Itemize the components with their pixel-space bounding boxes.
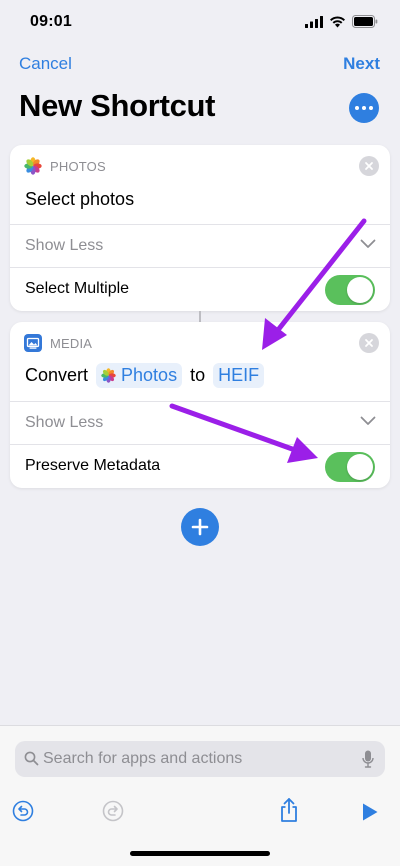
remove-action-button[interactable] (359, 333, 379, 353)
close-icon (365, 162, 373, 170)
more-options-button[interactable] (349, 93, 379, 123)
photos-app-icon (101, 368, 116, 383)
preserve-metadata-row: Preserve Metadata (10, 445, 390, 487)
action-category: MEDIA (50, 335, 93, 351)
status-time: 09:01 (30, 13, 72, 30)
cancel-button[interactable]: Cancel (19, 54, 72, 74)
close-icon (365, 339, 373, 347)
cellular-signal-icon (305, 15, 323, 28)
search-input[interactable] (43, 741, 353, 777)
bottom-panel (0, 725, 400, 866)
photos-variable-token[interactable]: Photos (96, 363, 183, 388)
action-connector (199, 311, 201, 322)
next-button[interactable]: Next (343, 54, 380, 74)
format-token-label: HEIF (218, 365, 260, 385)
nav-bar: Cancel Next (0, 50, 400, 80)
share-icon (281, 798, 297, 822)
preserve-metadata-toggle[interactable] (325, 452, 375, 482)
ellipsis-dot (369, 106, 373, 110)
microphone-icon[interactable] (362, 750, 374, 768)
ellipsis-dot (362, 106, 366, 110)
action-header: PHOTOS (24, 157, 106, 175)
undo-button[interactable] (12, 800, 34, 825)
search-icon (24, 751, 39, 766)
undo-icon (12, 800, 34, 822)
chevron-down-icon (360, 416, 376, 425)
show-less-row[interactable]: Show Less (10, 225, 390, 267)
toggle-knob (347, 454, 373, 480)
status-bar: 09:01 (0, 0, 400, 46)
action-title: Select photos (25, 189, 134, 210)
toggle-knob (347, 277, 373, 303)
redo-button[interactable] (102, 800, 124, 825)
action-title: Convert Photos to HEIF (25, 363, 265, 388)
add-action-button[interactable] (181, 508, 219, 546)
select-multiple-label: Select Multiple (25, 280, 130, 297)
action-card-select-photos[interactable]: PHOTOS Select photos Show Less Select Mu… (10, 145, 390, 311)
search-field[interactable] (15, 741, 385, 777)
action-title-prefix: Convert (25, 365, 89, 385)
share-button[interactable] (279, 797, 299, 826)
show-less-label: Show Less (25, 414, 104, 431)
battery-icon (352, 15, 378, 28)
run-shortcut-button[interactable] (361, 802, 379, 825)
show-less-label: Show Less (25, 237, 104, 254)
chevron-down-icon (360, 239, 376, 248)
ellipsis-icon (355, 106, 359, 110)
action-title-text: Select photos (25, 189, 135, 209)
home-indicator (130, 851, 270, 856)
remove-action-button[interactable] (359, 156, 379, 176)
select-multiple-toggle[interactable] (325, 275, 375, 305)
action-card-convert[interactable]: MEDIA Convert Photos to HEIF Show Less P… (10, 322, 390, 488)
media-icon (24, 334, 42, 352)
select-multiple-row: Select Multiple (10, 268, 390, 310)
preserve-metadata-label: Preserve Metadata (25, 457, 161, 474)
show-less-row[interactable]: Show Less (10, 402, 390, 444)
plus-icon (191, 518, 209, 536)
connector-word: to (190, 365, 206, 385)
page-title: New Shortcut (19, 88, 216, 123)
format-token[interactable]: HEIF (213, 363, 265, 388)
play-icon (363, 803, 378, 821)
redo-icon (102, 800, 124, 822)
status-icons (305, 15, 378, 28)
wifi-icon (330, 15, 345, 27)
photos-app-icon (24, 157, 42, 175)
action-header: MEDIA (24, 334, 92, 352)
action-category: PHOTOS (50, 158, 106, 174)
photos-token-label: Photos (121, 365, 178, 385)
